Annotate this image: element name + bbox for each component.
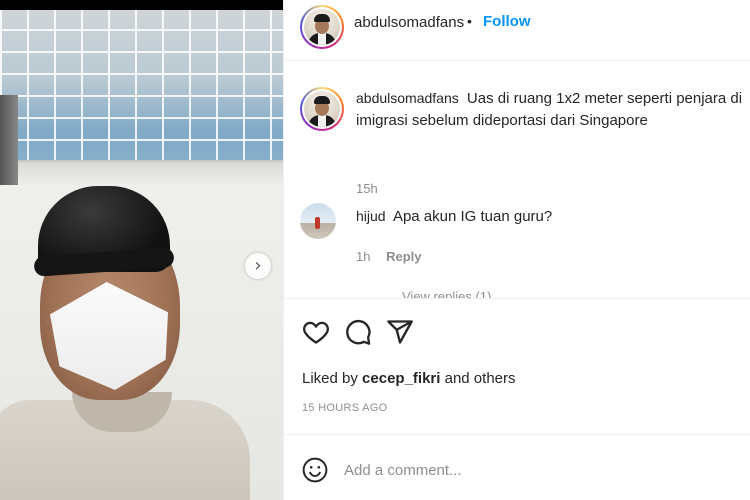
likes-user[interactable]: cecep_fikri [362,370,440,387]
follow-button[interactable]: Follow [483,13,531,30]
photo-cage-background [0,10,283,185]
post-actions: Liked by cecep_fikri and others 15 HOURS… [284,298,750,428]
view-replies-link[interactable]: View replies (1) [402,289,491,298]
comment-input[interactable] [344,457,734,483]
comment-meta: 1h Reply [356,249,422,264]
comment-text: Apa akun IG tuan guru? [392,208,553,225]
comment-time: 1h [356,249,371,264]
add-comment-bar [284,434,750,500]
list-item: hijud Apa akun IG tuan guru? 1h Reply [300,201,750,271]
share-icon[interactable] [386,318,414,346]
caption-avatar[interactable] [300,87,344,131]
header-separator: • [467,13,472,29]
caption-username[interactable]: abdulsomadfans [356,90,459,106]
likes-prefix: Liked by [302,370,358,387]
photo-top-bar [0,0,283,10]
caption-time: 15h [356,181,378,196]
chevron-right-icon[interactable]: › [245,253,271,279]
post-header: abdulsomadfans • Follow [284,0,750,58]
author-username[interactable]: abdulsomadfans [354,14,464,31]
heart-icon[interactable] [302,318,330,346]
author-avatar[interactable] [300,5,344,49]
emoji-icon[interactable] [302,457,328,483]
caption-text-block: abdulsomadfans Uas di ruang 1x2 meter se… [356,87,750,132]
comment-text-block: hijud Apa akun IG tuan guru? [356,205,750,228]
likes-suffix[interactable]: and others [445,370,516,387]
post-timestamp[interactable]: 15 HOURS AGO [302,402,388,414]
likes-text: Liked by cecep_fikri and others [302,370,516,387]
caption-comment: abdulsomadfans Uas di ruang 1x2 meter se… [300,87,750,196]
comment-icon[interactable] [344,318,372,346]
caption-meta: 15h [356,181,378,196]
commenter-avatar[interactable] [300,203,336,239]
comments-list[interactable]: abdulsomadfans Uas di ruang 1x2 meter se… [284,60,750,298]
reply-button[interactable]: Reply [386,249,421,264]
post-photo: › [0,0,283,500]
comment-username[interactable]: hijud [356,208,386,224]
photo-pillar [0,95,18,185]
post-side-panel: abdulsomadfans • Follow abdulsomadfans U… [283,0,750,500]
